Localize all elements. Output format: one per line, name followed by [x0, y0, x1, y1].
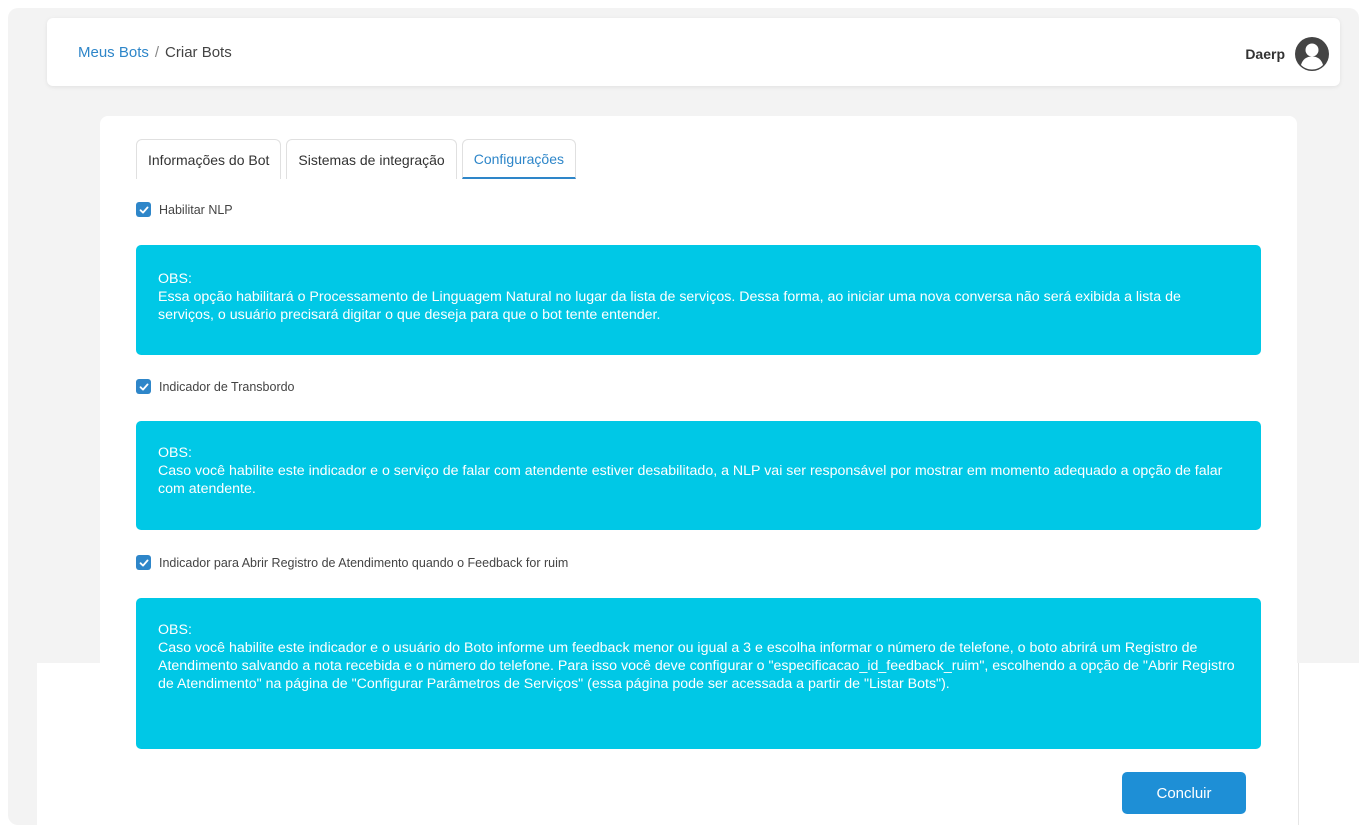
option-habilitar-nlp: Habilitar NLP [136, 202, 233, 217]
tab-sistemas-de-integracao[interactable]: Sistemas de integração [286, 139, 457, 179]
obs-text: Caso você habilite este indicador e o us… [158, 640, 1235, 692]
obs-box-transbordo: OBS: Caso você habilite este indicador e… [136, 421, 1261, 530]
indicador-transbordo-checkbox[interactable] [136, 379, 151, 394]
option-indicador-transbordo: Indicador de Transbordo [136, 379, 295, 394]
user-menu[interactable]: Daerp [1245, 37, 1329, 71]
breadcrumb-current: Criar Bots [165, 44, 232, 61]
obs-box-nlp: OBS: Essa opção habilitará o Processamen… [136, 245, 1261, 355]
obs-title: OBS: [158, 622, 192, 638]
divider [1298, 663, 1299, 825]
breadcrumb-separator: / [154, 44, 160, 61]
obs-title: OBS: [158, 445, 192, 461]
registro-feedback-checkbox[interactable] [136, 555, 151, 570]
concluir-button[interactable]: Concluir [1122, 772, 1246, 814]
check-icon [139, 559, 148, 566]
obs-text: Caso você habilite este indicador e o se… [158, 463, 1223, 497]
user-name: Daerp [1245, 46, 1285, 62]
check-icon [139, 383, 148, 390]
registro-feedback-label: Indicador para Abrir Registro de Atendim… [159, 555, 569, 570]
check-icon [139, 206, 148, 213]
indicador-transbordo-label: Indicador de Transbordo [159, 379, 295, 394]
tab-configuracoes[interactable]: Configurações [461, 139, 576, 179]
obs-box-registro-feedback: OBS: Caso você habilite este indicador e… [136, 598, 1261, 749]
user-avatar-icon[interactable] [1295, 37, 1329, 71]
breadcrumb: Meus Bots / Criar Bots [78, 44, 232, 61]
obs-title: OBS: [158, 271, 192, 287]
obs-text: Essa opção habilitará o Processamento de… [158, 289, 1181, 323]
habilitar-nlp-checkbox[interactable] [136, 202, 151, 217]
habilitar-nlp-label: Habilitar NLP [159, 202, 233, 217]
tab-informacoes-do-bot[interactable]: Informações do Bot [136, 139, 282, 179]
top-bar: Meus Bots / Criar Bots Daerp [47, 18, 1340, 86]
breadcrumb-meus-bots-link[interactable]: Meus Bots [78, 44, 149, 61]
tab-bar: Informações do Bot Sistemas de integraçã… [136, 139, 581, 179]
option-registro-feedback: Indicador para Abrir Registro de Atendim… [136, 555, 568, 570]
